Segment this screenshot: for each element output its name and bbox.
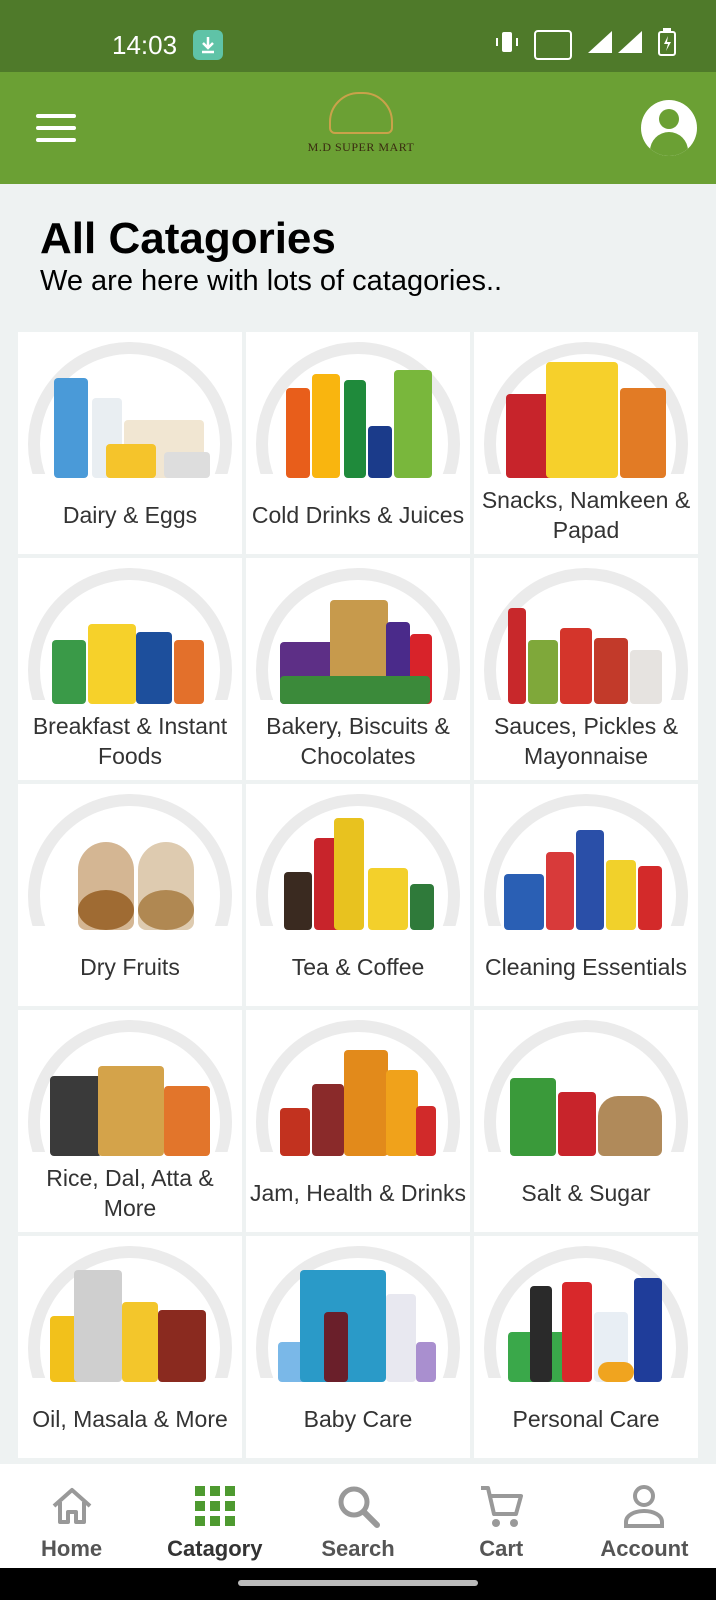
category-image — [46, 1264, 214, 1382]
category-image — [502, 812, 670, 930]
category-card-tea-coffee[interactable]: Tea & Coffee — [246, 784, 470, 1006]
app-header: M.D SUPER MART — [0, 72, 716, 184]
menu-icon — [36, 114, 76, 118]
category-label: Salt & Sugar — [521, 1180, 651, 1206]
category-card-salt-sugar[interactable]: Salt & Sugar — [474, 1010, 698, 1232]
category-card-sauces[interactable]: Sauces, Pickles & Mayonnaise — [474, 558, 698, 780]
gesture-bar — [0, 1568, 716, 1600]
person-icon — [624, 1485, 665, 1528]
category-label: Snacks, Namkeen & Papad — [481, 487, 691, 543]
nav-account[interactable]: Account — [573, 1464, 716, 1568]
logo-emblem-icon — [329, 92, 393, 134]
category-label: Cleaning Essentials — [484, 954, 687, 980]
category-card-dairy-eggs[interactable]: Dairy & Eggs — [18, 332, 242, 554]
category-card-baby-care[interactable]: Baby Care — [246, 1236, 470, 1458]
volte-icon — [534, 29, 572, 60]
home-gesture-handle[interactable] — [238, 1580, 478, 1586]
category-image — [274, 1264, 442, 1382]
battery-icon — [658, 28, 676, 61]
category-label: Rice, Dal, Atta & More — [46, 1165, 214, 1221]
category-label: Jam, Health & Drinks — [250, 1180, 467, 1206]
nav-category-label: Catagory — [167, 1536, 263, 1561]
category-card-dry-fruits[interactable]: Dry Fruits — [18, 784, 242, 1006]
category-card-oil-masala[interactable]: Oil, Masala & More — [18, 1236, 242, 1458]
user-icon — [659, 109, 679, 129]
category-image — [502, 360, 670, 478]
category-card-cold-drinks[interactable]: Cold Drinks & Juices — [246, 332, 470, 554]
category-card-breakfast[interactable]: Breakfast & Instant Foods — [18, 558, 242, 780]
status-bar: 14:03 — [0, 0, 716, 72]
vibrate-icon — [494, 29, 520, 60]
brand-logo: M.D SUPER MART — [306, 92, 416, 162]
status-time: 14:03 — [112, 30, 178, 60]
page-title: All Catagories — [40, 214, 336, 263]
category-image — [274, 360, 442, 478]
category-image — [502, 1264, 670, 1382]
menu-button[interactable] — [36, 114, 76, 144]
category-label: Dry Fruits — [80, 954, 180, 980]
category-image — [46, 812, 214, 930]
category-card-personal-care[interactable]: Personal Care — [474, 1236, 698, 1458]
category-label: Personal Care — [512, 1406, 660, 1432]
grid-icon — [194, 1486, 235, 1526]
category-label: Sauces, Pickles & Mayonnaise — [493, 713, 679, 769]
brand-name: M.D SUPER MART — [307, 140, 415, 154]
category-image — [46, 360, 214, 478]
signal-icon — [586, 29, 644, 60]
nav-home-label: Home — [41, 1536, 103, 1561]
home-icon — [52, 1488, 91, 1524]
category-label: Dairy & Eggs — [62, 502, 198, 528]
category-label: Baby Care — [303, 1406, 413, 1432]
nav-home[interactable]: Home — [0, 1464, 143, 1568]
category-card-cleaning[interactable]: Cleaning Essentials — [474, 784, 698, 1006]
category-grid: Dairy & Eggs Cold Drinks & Juices Snacks… — [18, 332, 698, 1458]
account-avatar-button[interactable] — [641, 100, 697, 156]
nav-account-label: Account — [600, 1536, 689, 1561]
category-label: Tea & Coffee — [291, 954, 425, 980]
download-icon — [193, 30, 223, 60]
nav-cart-label: Cart — [479, 1536, 524, 1561]
page-subtitle: We are here with lots of catagories.. — [40, 265, 503, 297]
category-image — [46, 1038, 214, 1156]
category-label: Bakery, Biscuits & Chocolates — [266, 713, 450, 769]
category-image — [274, 812, 442, 930]
category-card-bakery[interactable]: Bakery, Biscuits & Chocolates — [246, 558, 470, 780]
category-image — [502, 586, 670, 704]
nav-cart[interactable]: Cart — [430, 1464, 573, 1568]
category-image — [274, 1038, 442, 1156]
nav-category[interactable]: Catagory — [143, 1464, 286, 1568]
category-card-rice-dal-atta[interactable]: Rice, Dal, Atta & More — [18, 1010, 242, 1232]
status-icons — [494, 28, 676, 61]
cart-icon — [481, 1486, 524, 1527]
category-image — [46, 586, 214, 704]
category-label: Breakfast & Instant Foods — [32, 713, 228, 769]
category-label: Cold Drinks & Juices — [251, 502, 465, 528]
category-card-snacks[interactable]: Snacks, Namkeen & Papad — [474, 332, 698, 554]
category-label: Oil, Masala & More — [32, 1406, 228, 1432]
category-image — [502, 1038, 670, 1156]
category-card-jam-health[interactable]: Jam, Health & Drinks — [246, 1010, 470, 1232]
bottom-navigation: Home Catagory Search Cart Account — [0, 1464, 716, 1568]
nav-search[interactable]: Search — [286, 1464, 429, 1568]
nav-search-label: Search — [321, 1536, 395, 1561]
search-icon — [338, 1486, 380, 1528]
category-image — [274, 586, 442, 704]
